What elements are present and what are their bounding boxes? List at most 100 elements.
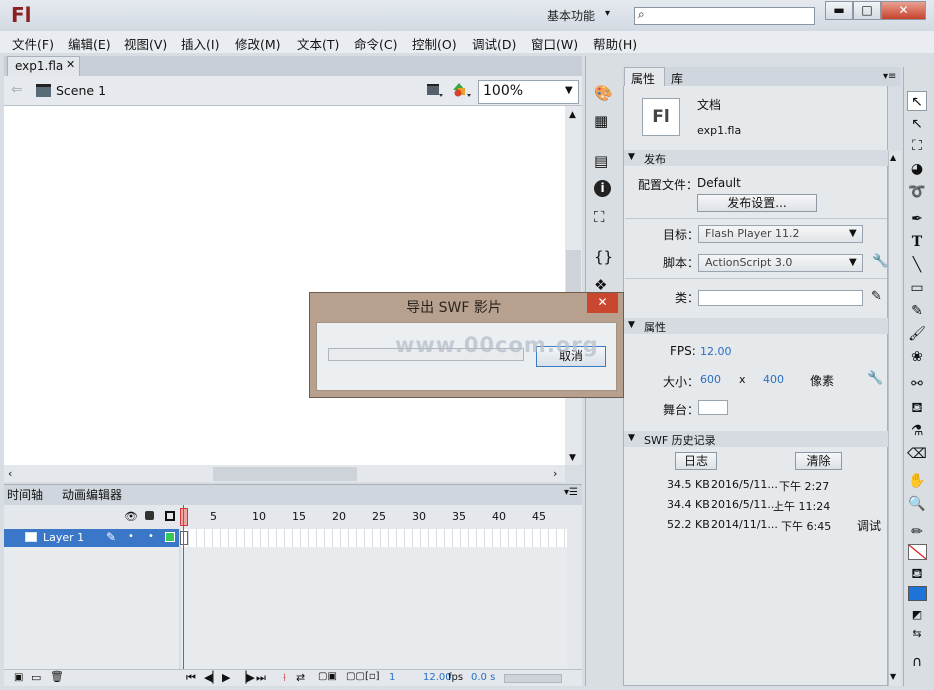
- onion-outline-icon[interactable]: ▢▢: [346, 671, 365, 682]
- stage-height[interactable]: 400: [763, 373, 784, 386]
- swatches-icon[interactable]: ▦: [594, 112, 612, 130]
- info-icon[interactable]: i: [594, 180, 611, 197]
- outline-icon[interactable]: [165, 511, 175, 521]
- menu-modify[interactable]: 修改(M): [235, 34, 281, 53]
- line-tool-icon[interactable]: ╲: [907, 255, 927, 275]
- layer-name[interactable]: Layer 1: [43, 531, 84, 544]
- dialog-close-button[interactable]: ✕: [587, 293, 618, 313]
- stage-canvas[interactable]: [4, 106, 565, 465]
- collapse-icon[interactable]: ▼: [628, 320, 635, 330]
- hand-tool-icon[interactable]: ✋: [907, 471, 927, 491]
- minimize-button[interactable]: ▬: [825, 1, 853, 20]
- close-icon[interactable]: ✕: [66, 58, 75, 71]
- stroke-color-pencil-icon[interactable]: ✏: [907, 522, 927, 542]
- menu-window[interactable]: 窗口(W): [531, 34, 578, 53]
- edit-multiple-icon[interactable]: [▫]: [365, 671, 380, 682]
- new-layer-icon[interactable]: ▣: [14, 672, 23, 683]
- stage-horizontal-scroll-thumb[interactable]: [213, 467, 357, 481]
- script-value[interactable]: ActionScript 3.0: [705, 256, 792, 269]
- text-tool-icon[interactable]: T: [907, 232, 927, 252]
- edit-scene-icon[interactable]: [426, 82, 444, 98]
- step-forward-icon[interactable]: ▕▶: [238, 671, 255, 684]
- properties-vertical-scrollbar[interactable]: [888, 151, 901, 686]
- target-value[interactable]: Flash Player 11.2: [705, 227, 800, 240]
- scroll-left-icon[interactable]: ‹: [8, 467, 12, 480]
- wrench-icon[interactable]: 🔧: [872, 254, 888, 269]
- deco-tool-icon[interactable]: ❀: [907, 347, 927, 367]
- scroll-down-icon[interactable]: ▼: [569, 453, 576, 463]
- scroll-up-icon[interactable]: ▲: [890, 153, 896, 162]
- pencil-icon[interactable]: ✎: [106, 530, 116, 544]
- chevron-down-icon[interactable]: ▼: [565, 85, 573, 96]
- 3d-rotation-tool-icon[interactable]: ◕: [907, 159, 927, 179]
- menu-debug[interactable]: 调试(D): [472, 34, 516, 53]
- scroll-up-icon[interactable]: ▲: [569, 110, 576, 120]
- tab-motion-editor[interactable]: 动画编辑器: [62, 486, 122, 503]
- tab-library[interactable]: 库: [671, 70, 683, 87]
- menu-text[interactable]: 文本(T): [297, 34, 339, 53]
- code-snippets-icon[interactable]: {}: [594, 248, 613, 266]
- playhead-handle[interactable]: [180, 508, 188, 526]
- new-folder-icon[interactable]: ▭: [31, 671, 41, 684]
- rectangle-tool-icon[interactable]: ▭: [907, 278, 927, 298]
- pencil-tool-icon[interactable]: ✎: [907, 301, 927, 321]
- loop-icon[interactable]: ⇄: [296, 671, 305, 684]
- scroll-right-icon[interactable]: ›: [553, 467, 557, 480]
- tab-properties-label[interactable]: 属性: [631, 70, 655, 87]
- swf-history-title[interactable]: SWF 历史记录: [644, 432, 716, 448]
- tab-timeline[interactable]: 时间轴: [7, 486, 43, 503]
- stroke-color-swatch[interactable]: [908, 544, 927, 560]
- elapsed-time[interactable]: 0.0 s: [471, 672, 495, 683]
- stage-width[interactable]: 600: [700, 373, 721, 386]
- transform-icon[interactable]: ⛶: [594, 208, 612, 226]
- onion-skin-icon[interactable]: ▢▣: [318, 671, 337, 682]
- layer-outline-color[interactable]: [165, 532, 175, 542]
- stage-color-swatch[interactable]: [698, 400, 728, 415]
- eyedropper-tool-icon[interactable]: ⚗: [907, 421, 927, 441]
- edit-symbols-icon[interactable]: [452, 82, 472, 98]
- brush-tool-icon[interactable]: 🖌: [907, 324, 927, 344]
- document-tab-label[interactable]: exp1.fla: [15, 59, 63, 73]
- color-palette-icon[interactable]: 🎨: [594, 84, 613, 102]
- layer-lock-dot[interactable]: •: [148, 531, 154, 542]
- swap-colors-icon[interactable]: ⇆: [907, 624, 927, 644]
- align-icon[interactable]: ▤: [594, 152, 612, 170]
- black-white-icon[interactable]: ◩: [907, 605, 927, 625]
- class-input[interactable]: [698, 290, 863, 306]
- layer-visible-dot[interactable]: •: [128, 531, 134, 542]
- fill-color-swatch[interactable]: [908, 586, 927, 601]
- fill-color-bucket-icon[interactable]: ⛾: [907, 564, 927, 584]
- workspace-switcher[interactable]: 基本功能: [547, 7, 595, 24]
- go-to-first-icon[interactable]: ⏮: [186, 671, 196, 685]
- play-icon[interactable]: ▶: [222, 671, 230, 684]
- delete-icon[interactable]: 🗑: [50, 670, 64, 683]
- frame-grid[interactable]: [181, 529, 567, 547]
- paint-bucket-tool-icon[interactable]: ⛾: [907, 398, 927, 418]
- chevron-down-icon[interactable]: ▾: [605, 8, 610, 19]
- scroll-down-icon[interactable]: ▼: [890, 672, 896, 681]
- chevron-down-icon[interactable]: ▼: [849, 228, 857, 239]
- snap-to-objects-icon[interactable]: ∩: [907, 652, 927, 672]
- timeline-vertical-scrollbar[interactable]: [567, 529, 582, 669]
- wrench-icon[interactable]: 🔧: [867, 371, 883, 386]
- chevron-down-icon[interactable]: ▼: [849, 257, 857, 268]
- center-frame-icon[interactable]: ⟊: [283, 671, 286, 685]
- zoom-tool-icon[interactable]: 🔍: [907, 494, 927, 514]
- components-icon[interactable]: ❖: [594, 276, 612, 294]
- eye-icon[interactable]: 👁: [124, 510, 138, 523]
- collapse-icon[interactable]: ▼: [628, 433, 635, 443]
- free-transform-tool-icon[interactable]: ⛶: [907, 136, 927, 156]
- publish-settings-button[interactable]: 发布设置...: [697, 194, 817, 212]
- current-frame[interactable]: 1: [389, 672, 395, 683]
- menu-commands[interactable]: 命令(C): [354, 34, 397, 53]
- panel-menu-icon[interactable]: ▾☰: [564, 487, 578, 498]
- log-button[interactable]: 日志: [675, 452, 717, 470]
- fps-value[interactable]: 12.00: [700, 345, 732, 358]
- eraser-tool-icon[interactable]: ⌫: [907, 444, 927, 464]
- keyframe[interactable]: [180, 531, 188, 545]
- lock-icon[interactable]: [145, 511, 154, 520]
- go-to-last-icon[interactable]: ⏭: [256, 671, 266, 685]
- menu-view[interactable]: 视图(V): [124, 34, 167, 53]
- bone-tool-icon[interactable]: ⚯: [907, 374, 927, 394]
- search-input[interactable]: [634, 7, 815, 25]
